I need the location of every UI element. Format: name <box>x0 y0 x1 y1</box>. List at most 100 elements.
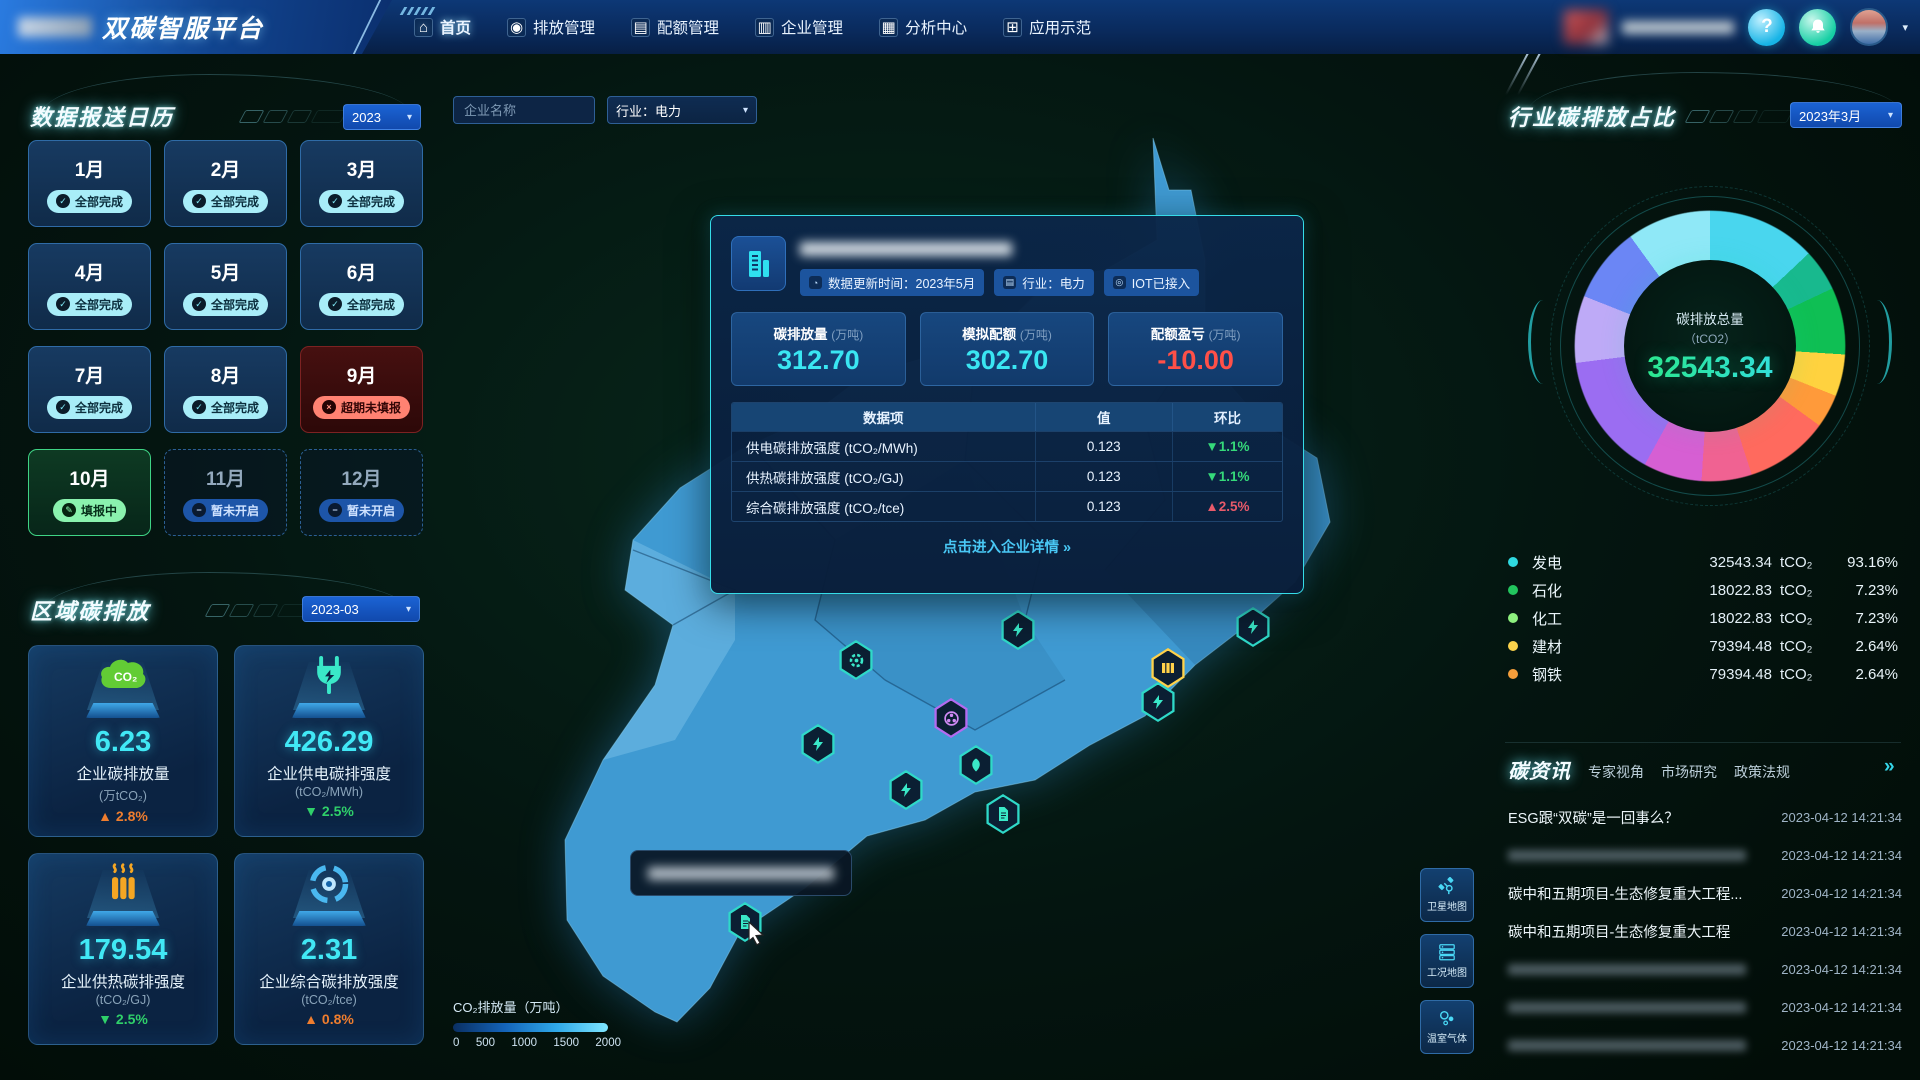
month-card-sep[interactable]: 9月 ×超期未填报 <box>300 346 423 433</box>
nav-item-analysis[interactable]: ▦ 分析中心 <box>879 16 967 38</box>
check-icon: ✓ <box>328 194 342 208</box>
news-title-blurred <box>1508 1040 1746 1051</box>
region-title: 区域碳排放 <box>30 594 150 626</box>
tab-market[interactable]: 市场研究 <box>1661 762 1717 782</box>
news-item[interactable]: ESG跟“双碳”是一回事么？ 2023-04-12 14:21:34 <box>1508 798 1902 836</box>
check-icon: ✓ <box>192 194 206 208</box>
legend-dot <box>1508 557 1518 567</box>
main-nav: ⌂ 首页 ◉ 排放管理 ▤ 配额管理 ▥ 企业管理 ▦ 分析中心 ⊞ 应用示范 <box>414 0 1091 54</box>
month-card-nov[interactable]: 11月 −暂未开启 <box>164 449 287 536</box>
update-time-tag: ◔数据更新时间：2023年5月 <box>800 269 984 296</box>
chevron-down-icon: ▾ <box>1888 110 1893 121</box>
nav-item-home[interactable]: ⌂ 首页 <box>414 16 471 38</box>
bell-icon <box>1808 17 1828 37</box>
chevron-down-icon: ▾ <box>743 105 748 116</box>
month-card-jul[interactable]: 7月 ✓全部完成 <box>28 346 151 433</box>
help-button[interactable]: ? <box>1748 9 1785 46</box>
chevron-down-icon[interactable]: ▾ <box>1902 21 1908 34</box>
stat-label: 企业供电碳排强度 <box>267 762 391 784</box>
nav-label: 排放管理 <box>533 16 595 38</box>
news-item[interactable]: 2023-04-12 14:21:34 <box>1508 950 1902 988</box>
legend-label: CO₂排放量（万吨） <box>453 997 621 1016</box>
period-value: 2023-03 <box>311 602 359 617</box>
month-card-dec[interactable]: 12月 −暂未开启 <box>300 449 423 536</box>
month-card-mar[interactable]: 3月 ✓全部完成 <box>300 140 423 227</box>
satellite-icon <box>1438 877 1456 895</box>
stat-delta: ▲ 2.8% <box>98 808 148 824</box>
iot-tag: ◎IOT已接入 <box>1104 269 1199 296</box>
quota-icon: ▤ <box>631 18 650 37</box>
month-card-oct[interactable]: 10月 ✎填报中 <box>28 449 151 536</box>
status-badge: ×超期未填报 <box>313 396 410 419</box>
dashboard: 双碳智服平台 ⌂ 首页 ◉ 排放管理 ▤ 配额管理 ▥ 企业管理 ▦ <box>0 0 1920 1080</box>
question-mark: ? <box>1761 16 1773 38</box>
month-card-apr[interactable]: 4月 ✓全部完成 <box>28 243 151 330</box>
satellite-map-button[interactable]: 卫星地图 <box>1420 868 1474 922</box>
nav-item-apps[interactable]: ⊞ 应用示范 <box>1003 16 1091 38</box>
tab-expert[interactable]: 专家视角 <box>1588 762 1644 782</box>
stat-unit: (tCO₂/MWh) <box>295 785 363 799</box>
stat-label: 企业综合碳排放强度 <box>259 970 399 992</box>
stat-card-heat-intensity: 179.54 企业供热碳排强度 (tCO₂/GJ) ▼ 2.5% <box>28 853 218 1045</box>
industry-legend: 发电 32543.34 tCO₂ 93.16% 石化 18022.83 tCO₂… <box>1508 548 1898 688</box>
region-stat-grid: CO₂ 6.23 企业碳排放量 (万tCO₂) ▲ 2.8% 426.29 企业… <box>28 645 424 1045</box>
user-avatar[interactable] <box>1850 8 1888 46</box>
org-name-blurred <box>1622 21 1734 34</box>
status-badge: ✓全部完成 <box>47 396 132 419</box>
region-period-select[interactable]: 2023-03▾ <box>302 596 420 622</box>
month-card-jan[interactable]: 1月 ✓全部完成 <box>28 140 151 227</box>
enterprise-detail-link[interactable]: 点击进入企业详情 » <box>731 536 1283 557</box>
check-icon: ✓ <box>328 297 342 311</box>
company-name-input[interactable] <box>453 96 595 124</box>
title-ornament <box>1688 110 1790 123</box>
mouse-cursor <box>744 920 768 946</box>
tab-policy[interactable]: 政策法规 <box>1734 762 1790 782</box>
month-card-may[interactable]: 5月 ✓全部完成 <box>164 243 287 330</box>
legend-row-material: 建材 79394.48 tCO₂ 2.64% <box>1508 632 1898 660</box>
month-card-aug[interactable]: 8月 ✓全部完成 <box>164 346 287 433</box>
company-name-blurred <box>800 242 1012 256</box>
compass-icon <box>307 862 351 906</box>
stat-card-综合-intensity: 2.31 企业综合碳排放强度 (tCO₂/tce) ▲ 0.8% <box>234 853 424 1045</box>
svg-text:CO₂: CO₂ <box>114 670 137 684</box>
donut-center-label: 碳排放总量 <box>1676 308 1744 328</box>
industry-period-select[interactable]: 2023年3月▾ <box>1790 102 1902 128</box>
status-badge: ✓全部完成 <box>47 190 132 213</box>
industry-donut-chart: 碳排放总量 （tCO2） 32543.34 <box>1560 196 1860 496</box>
news-item[interactable]: 2023-04-12 14:21:34 <box>1508 988 1902 1026</box>
news-more-chevron[interactable]: » <box>1884 756 1895 778</box>
news-item[interactable]: 2023-04-12 14:21:34 <box>1508 836 1902 874</box>
donut-center-unit: （tCO2） <box>1684 330 1736 347</box>
industry-filter-select[interactable]: 行业：电力 ▾ <box>607 96 757 124</box>
working-condition-map-button[interactable]: 工况地图 <box>1420 934 1474 988</box>
map-button-label: 工况地图 <box>1427 964 1467 979</box>
table-header-row: 数据项 值 环比 <box>732 403 1282 431</box>
news-item[interactable]: 碳中和五期项目-生态修复重大工程 2023-04-12 14:21:34 <box>1508 912 1902 950</box>
news-item[interactable]: 碳中和五期项目-生态修复重大工程... 2023-04-12 14:21:34 <box>1508 874 1902 912</box>
chevron-down-icon: ▾ <box>407 112 412 123</box>
nav-item-emission[interactable]: ◉ 排放管理 <box>507 16 595 38</box>
check-icon: ✓ <box>56 400 70 414</box>
news-item[interactable]: 2023-04-12 14:21:34 <box>1508 1026 1902 1064</box>
logo-area: 双碳智服平台 <box>0 0 392 54</box>
nav-item-quota[interactable]: ▤ 配额管理 <box>631 16 719 38</box>
co2-cloud-icon: CO₂ <box>97 654 149 694</box>
month-card-jun[interactable]: 6月 ✓全部完成 <box>300 243 423 330</box>
gas-icon <box>1438 1009 1456 1027</box>
stat-value: 426.29 <box>285 726 374 759</box>
month-card-feb[interactable]: 2月 ✓全部完成 <box>164 140 287 227</box>
greenhouse-gas-button[interactable]: 温室气体 <box>1420 1000 1474 1054</box>
nav-item-enterprise[interactable]: ▥ 企业管理 <box>755 16 843 38</box>
popup-stat-value: 312.70 <box>777 345 860 376</box>
status-badge: −暂未开启 <box>183 499 268 522</box>
table-row: 供电碳排放强度 (tCO₂/MWh) 0.123 ▼1.1% <box>732 431 1282 461</box>
notification-bell-button[interactable] <box>1799 9 1836 46</box>
minus-icon: − <box>192 503 206 517</box>
news-title: 碳资讯 <box>1508 755 1571 784</box>
industry-tag: ▤行业：电力 <box>994 269 1094 296</box>
calendar-year-select[interactable]: 2023▾ <box>343 104 421 130</box>
legend-dot <box>1508 641 1518 651</box>
enterprise-popup: ◔数据更新时间：2023年5月 ▤行业：电力 ◎IOT已接入 碳排放量 (万吨)… <box>710 215 1304 594</box>
cross-icon: × <box>322 400 336 414</box>
stat-unit: (万tCO₂) <box>99 785 147 804</box>
